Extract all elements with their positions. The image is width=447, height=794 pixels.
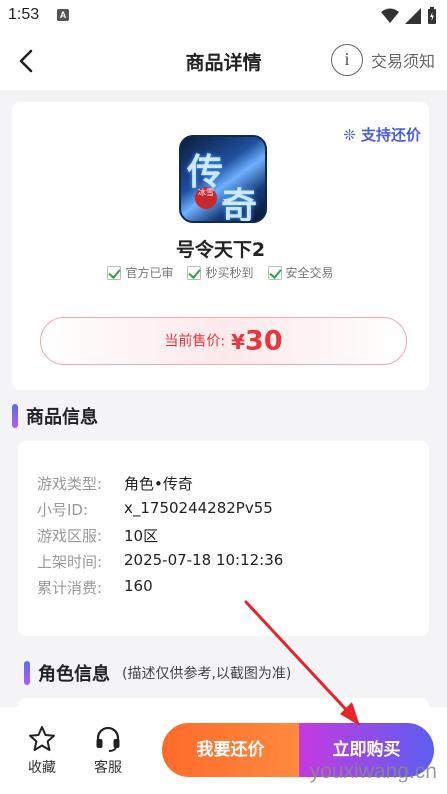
price-label: 当前售价: [164,333,226,350]
game-name: 号令天下2 [175,239,266,261]
status-time: 1:53 [8,6,40,23]
status-icons [381,7,437,24]
game-icon: 传 奇 冰雪 [179,135,267,223]
battery-icon [428,7,436,24]
favorite-label: 收藏 [28,760,56,776]
badge-label: 安全交易 [285,266,334,280]
info-value: x_1750244282Pv55 [124,499,273,517]
service-label: 客服 [94,760,122,776]
section-bar [12,404,18,428]
headset-icon [96,726,120,752]
role-info-header: 角色信息 (描述仅供参考,以截图为准) [24,660,291,686]
section-title: 角色信息 [38,664,110,685]
section-title: 商品信息 [26,407,98,428]
info-key: 小号ID: [37,501,89,519]
product-info-header: 商品信息 [12,403,98,429]
info-value: 160 [124,577,153,595]
game-icon-char-2: 奇 [221,185,258,223]
section-bar [24,661,30,685]
badge-label: 秒买秒到 [205,266,254,280]
info-row-listed: 上架时间: 2025-07-18 10:12:36 [37,551,283,572]
info-value: 2025-07-18 10:12:36 [124,551,284,569]
info-row-spent: 累计消费: 160 [37,577,153,598]
badge-label: 官方已审 [125,266,174,280]
service-button[interactable]: 客服 [88,725,128,777]
info-value: 角色•传奇 [124,475,193,493]
info-key: 上架时间: [37,553,103,571]
check-icon [267,265,282,280]
check-icon [187,265,202,280]
bargain-button[interactable]: 我要还价 [162,723,299,777]
status-bar: 1:53 A [0,0,447,32]
guarantee-badges: 官方已审 秒买秒到 安全交易 [12,264,429,281]
badge-safe: 安全交易 [267,264,334,281]
watermark: youxiwang.cn [309,760,437,783]
price-currency: ¥ [231,329,246,354]
price-box: 当前售价: ¥30 [40,317,407,365]
badge-official: 官方已审 [107,264,173,281]
price-value: 30 [245,325,283,357]
info-row-server: 游戏区服: 10区 [37,525,158,546]
wifi-icon [381,8,399,23]
product-card: ❊ 支持还价 传 奇 冰雪 号令天下2 官方已审 秒买秒到 安全交易 当前售价:… [12,102,429,390]
check-icon [107,265,122,280]
nav-bar: 商品详情 i 交易须知 [0,32,447,90]
info-key: 游戏区服: [37,527,103,545]
info-icon: i [330,44,363,76]
section-subtitle: (描述仅供参考,以截图为准) [122,666,292,682]
info-key: 累计消费: [37,579,103,597]
info-key: 游戏类型: [37,475,103,493]
star-icon [29,726,55,751]
signal-icon [405,7,421,24]
trade-notice-link[interactable]: i 交易须知 [330,44,435,76]
info-value: 10区 [124,527,159,545]
game-icon-seal: 冰雪 [195,187,217,209]
trade-notice-label: 交易须知 [370,52,435,71]
info-row-type: 游戏类型: 角色•传奇 [37,473,193,494]
product-info-card: 游戏类型: 角色•传奇 小号ID: x_1750244282Pv55 游戏区服: 10… [18,441,429,636]
notification-icon: A [57,9,69,21]
favorite-button[interactable]: 收藏 [22,725,62,777]
badge-instant: 秒买秒到 [187,264,254,281]
support-bargain-label: ❊ 支持还价 [343,126,421,144]
info-row-id: 小号ID: x_1750244282Pv55 [37,499,273,520]
